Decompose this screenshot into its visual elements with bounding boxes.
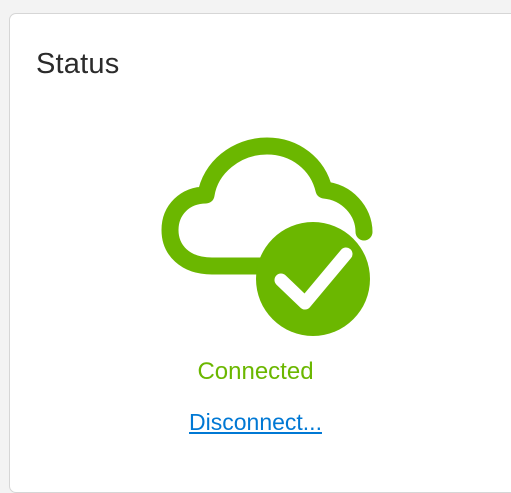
panel-title: Status [36, 48, 120, 80]
disconnect-link[interactable]: Disconnect... [0, 407, 511, 437]
connection-status-label: Connected [197, 358, 314, 385]
cloud-connected-icon [150, 128, 380, 343]
checkmark-icon [256, 222, 370, 336]
